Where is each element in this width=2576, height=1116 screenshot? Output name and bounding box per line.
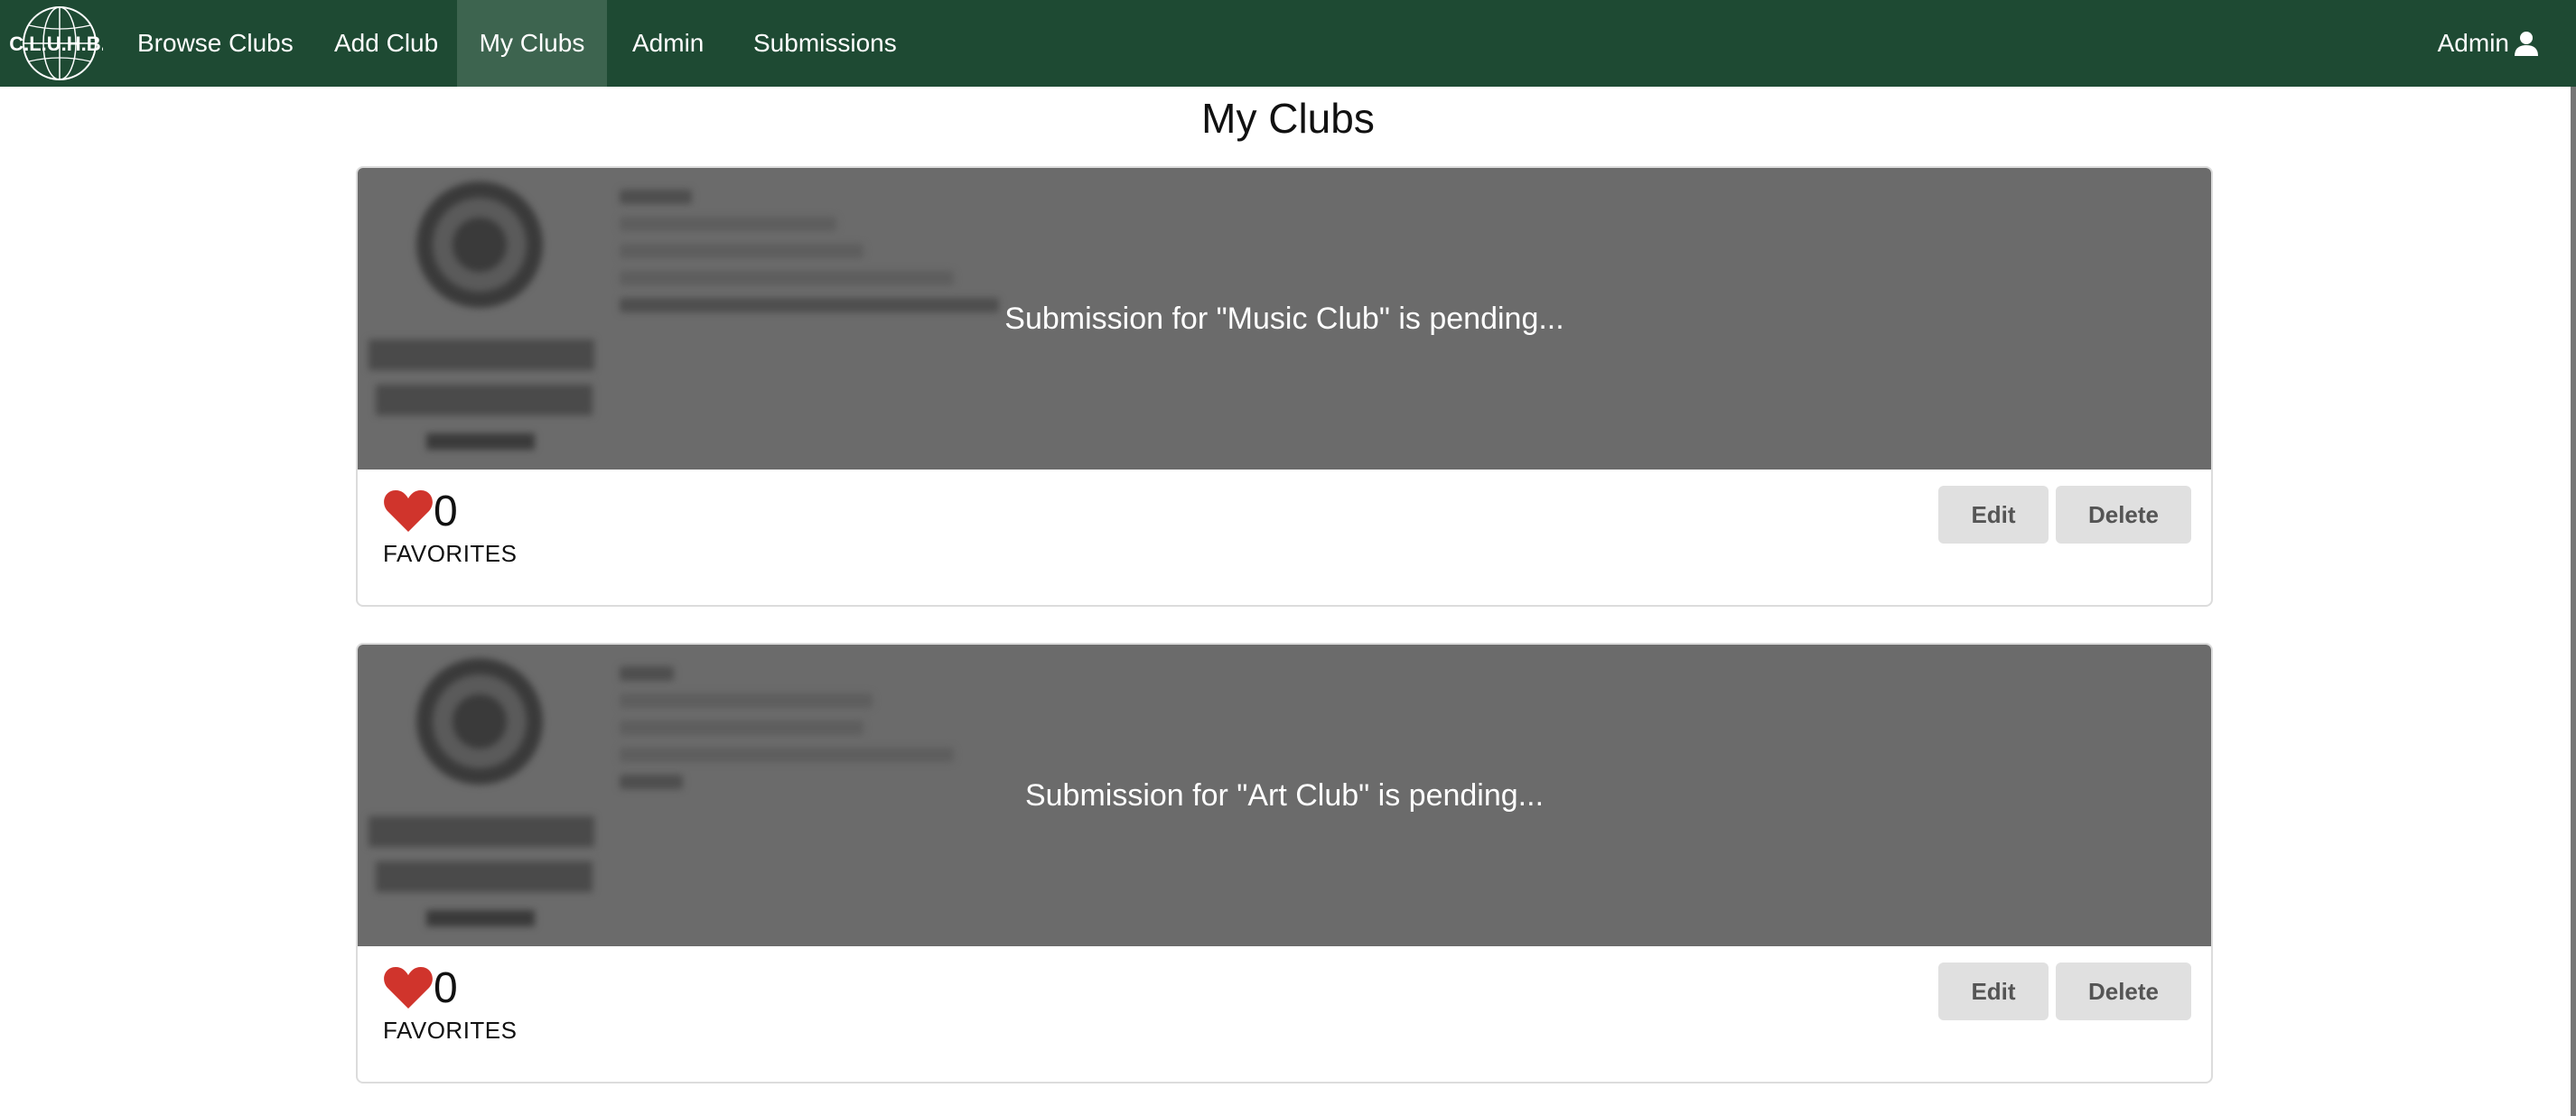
pending-message: Submission for "Music Club" is pending..… <box>1004 301 1564 336</box>
brand-logo[interactable]: C.L.U.H.B. <box>5 4 107 83</box>
nav-label: Browse Clubs <box>137 29 294 57</box>
brand-text: C.L.U.H.B. <box>9 33 103 55</box>
favorites-counter: 0 FAVORITES <box>383 486 518 568</box>
club-card: Submission for "Music Club" is pending..… <box>356 166 2213 607</box>
favorites-label: FAVORITES <box>383 1017 518 1044</box>
pending-overlay: Submission for "Art Club" is pending... <box>358 645 2211 946</box>
heart-icon[interactable] <box>383 488 434 534</box>
club-card: Submission for "Art Club" is pending... … <box>356 643 2213 1083</box>
pending-overlay: Submission for "Music Club" is pending..… <box>358 168 2211 470</box>
edit-button[interactable]: Edit <box>1938 963 2049 1020</box>
nav-add-club[interactable]: Add Club <box>334 0 438 87</box>
nav-admin[interactable]: Admin <box>632 0 704 87</box>
top-navbar: C.L.U.H.B. Browse Clubs Add Club My Club… <box>0 0 2576 87</box>
nav-label: Add Club <box>334 29 439 57</box>
edit-button[interactable]: Edit <box>1938 486 2049 544</box>
delete-button[interactable]: Delete <box>2056 963 2191 1020</box>
favorites-label: FAVORITES <box>383 540 518 567</box>
favorites-count: 0 <box>434 963 458 1012</box>
nav-label: My Clubs <box>479 29 585 57</box>
nav-submissions[interactable]: Submissions <box>753 0 897 87</box>
user-icon <box>2515 32 2538 56</box>
card-footer: 0 FAVORITES Edit Delete <box>358 470 2211 605</box>
heart-icon[interactable] <box>383 965 434 1010</box>
favorites-counter: 0 FAVORITES <box>383 963 518 1045</box>
pending-message: Submission for "Art Club" is pending... <box>1024 777 1545 813</box>
favorites-count: 0 <box>434 487 458 535</box>
nav-my-clubs[interactable]: My Clubs <box>457 0 607 87</box>
page-title: My Clubs <box>1201 95 1375 142</box>
delete-button[interactable]: Delete <box>2056 486 2191 544</box>
nav-label: Submissions <box>753 29 897 57</box>
nav-label: Admin <box>632 29 705 57</box>
nav-browse-clubs[interactable]: Browse Clubs <box>137 0 294 87</box>
user-label: Admin <box>2437 29 2509 57</box>
user-menu[interactable]: Admin <box>2438 0 2540 87</box>
window-edge <box>2571 87 2576 1116</box>
card-footer: 0 FAVORITES Edit Delete <box>358 946 2211 1082</box>
